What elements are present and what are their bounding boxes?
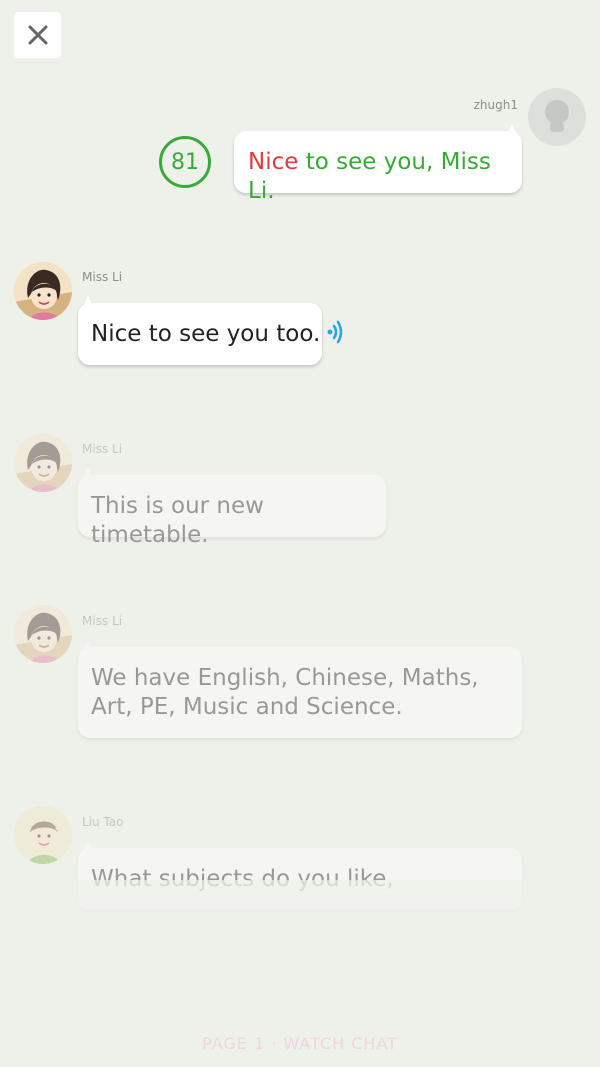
message-bubble[interactable]: We have English, Chinese, Maths, Art, PE… bbox=[78, 639, 522, 738]
sender-name: Miss Li bbox=[82, 270, 123, 284]
pronunciation-score: 81 bbox=[159, 136, 211, 188]
sender-name: zhugh1 bbox=[473, 98, 518, 112]
teacher-avatar bbox=[14, 262, 72, 320]
miss-li-avatar-icon bbox=[14, 434, 72, 492]
miss-li-avatar-icon bbox=[14, 262, 72, 320]
message-bubble[interactable]: Nice to see you, Miss Li. bbox=[234, 123, 522, 204]
sender-name: Miss Li bbox=[82, 442, 123, 456]
message-text: This is our new timetable. bbox=[91, 493, 264, 548]
message-bubble[interactable]: Nice to see you too. bbox=[78, 295, 322, 365]
bubble-tail bbox=[84, 295, 92, 305]
message-text-line: Art, PE, Music and Science. bbox=[91, 694, 403, 720]
close-icon bbox=[28, 25, 47, 45]
teacher-avatar bbox=[14, 605, 72, 663]
default-avatar-icon bbox=[545, 100, 569, 132]
liu-tao-avatar-icon bbox=[14, 806, 72, 864]
message-text-line: We have English, Chinese, Maths, bbox=[91, 665, 479, 691]
bubble-tail bbox=[508, 123, 516, 133]
close-button[interactable] bbox=[14, 12, 61, 58]
footer-text: PAGE 1 · WATCH CHAT bbox=[202, 1034, 398, 1053]
user-avatar[interactable] bbox=[528, 88, 586, 146]
student-avatar bbox=[14, 806, 72, 864]
word-incorrect: Nice bbox=[248, 149, 299, 175]
message-bubble[interactable]: This is our new timetable. bbox=[78, 467, 386, 548]
sender-name: Miss Li bbox=[82, 614, 123, 628]
miss-li-avatar-icon bbox=[14, 605, 72, 663]
bubble-tail bbox=[84, 467, 92, 477]
bubble-tail bbox=[84, 639, 92, 649]
teacher-avatar bbox=[14, 434, 72, 492]
bubble-tail bbox=[84, 840, 92, 850]
sender-name: Liu Tao bbox=[82, 815, 124, 829]
message-text: Nice to see you too. bbox=[91, 321, 321, 347]
speaker-waves-icon[interactable] bbox=[326, 318, 348, 346]
